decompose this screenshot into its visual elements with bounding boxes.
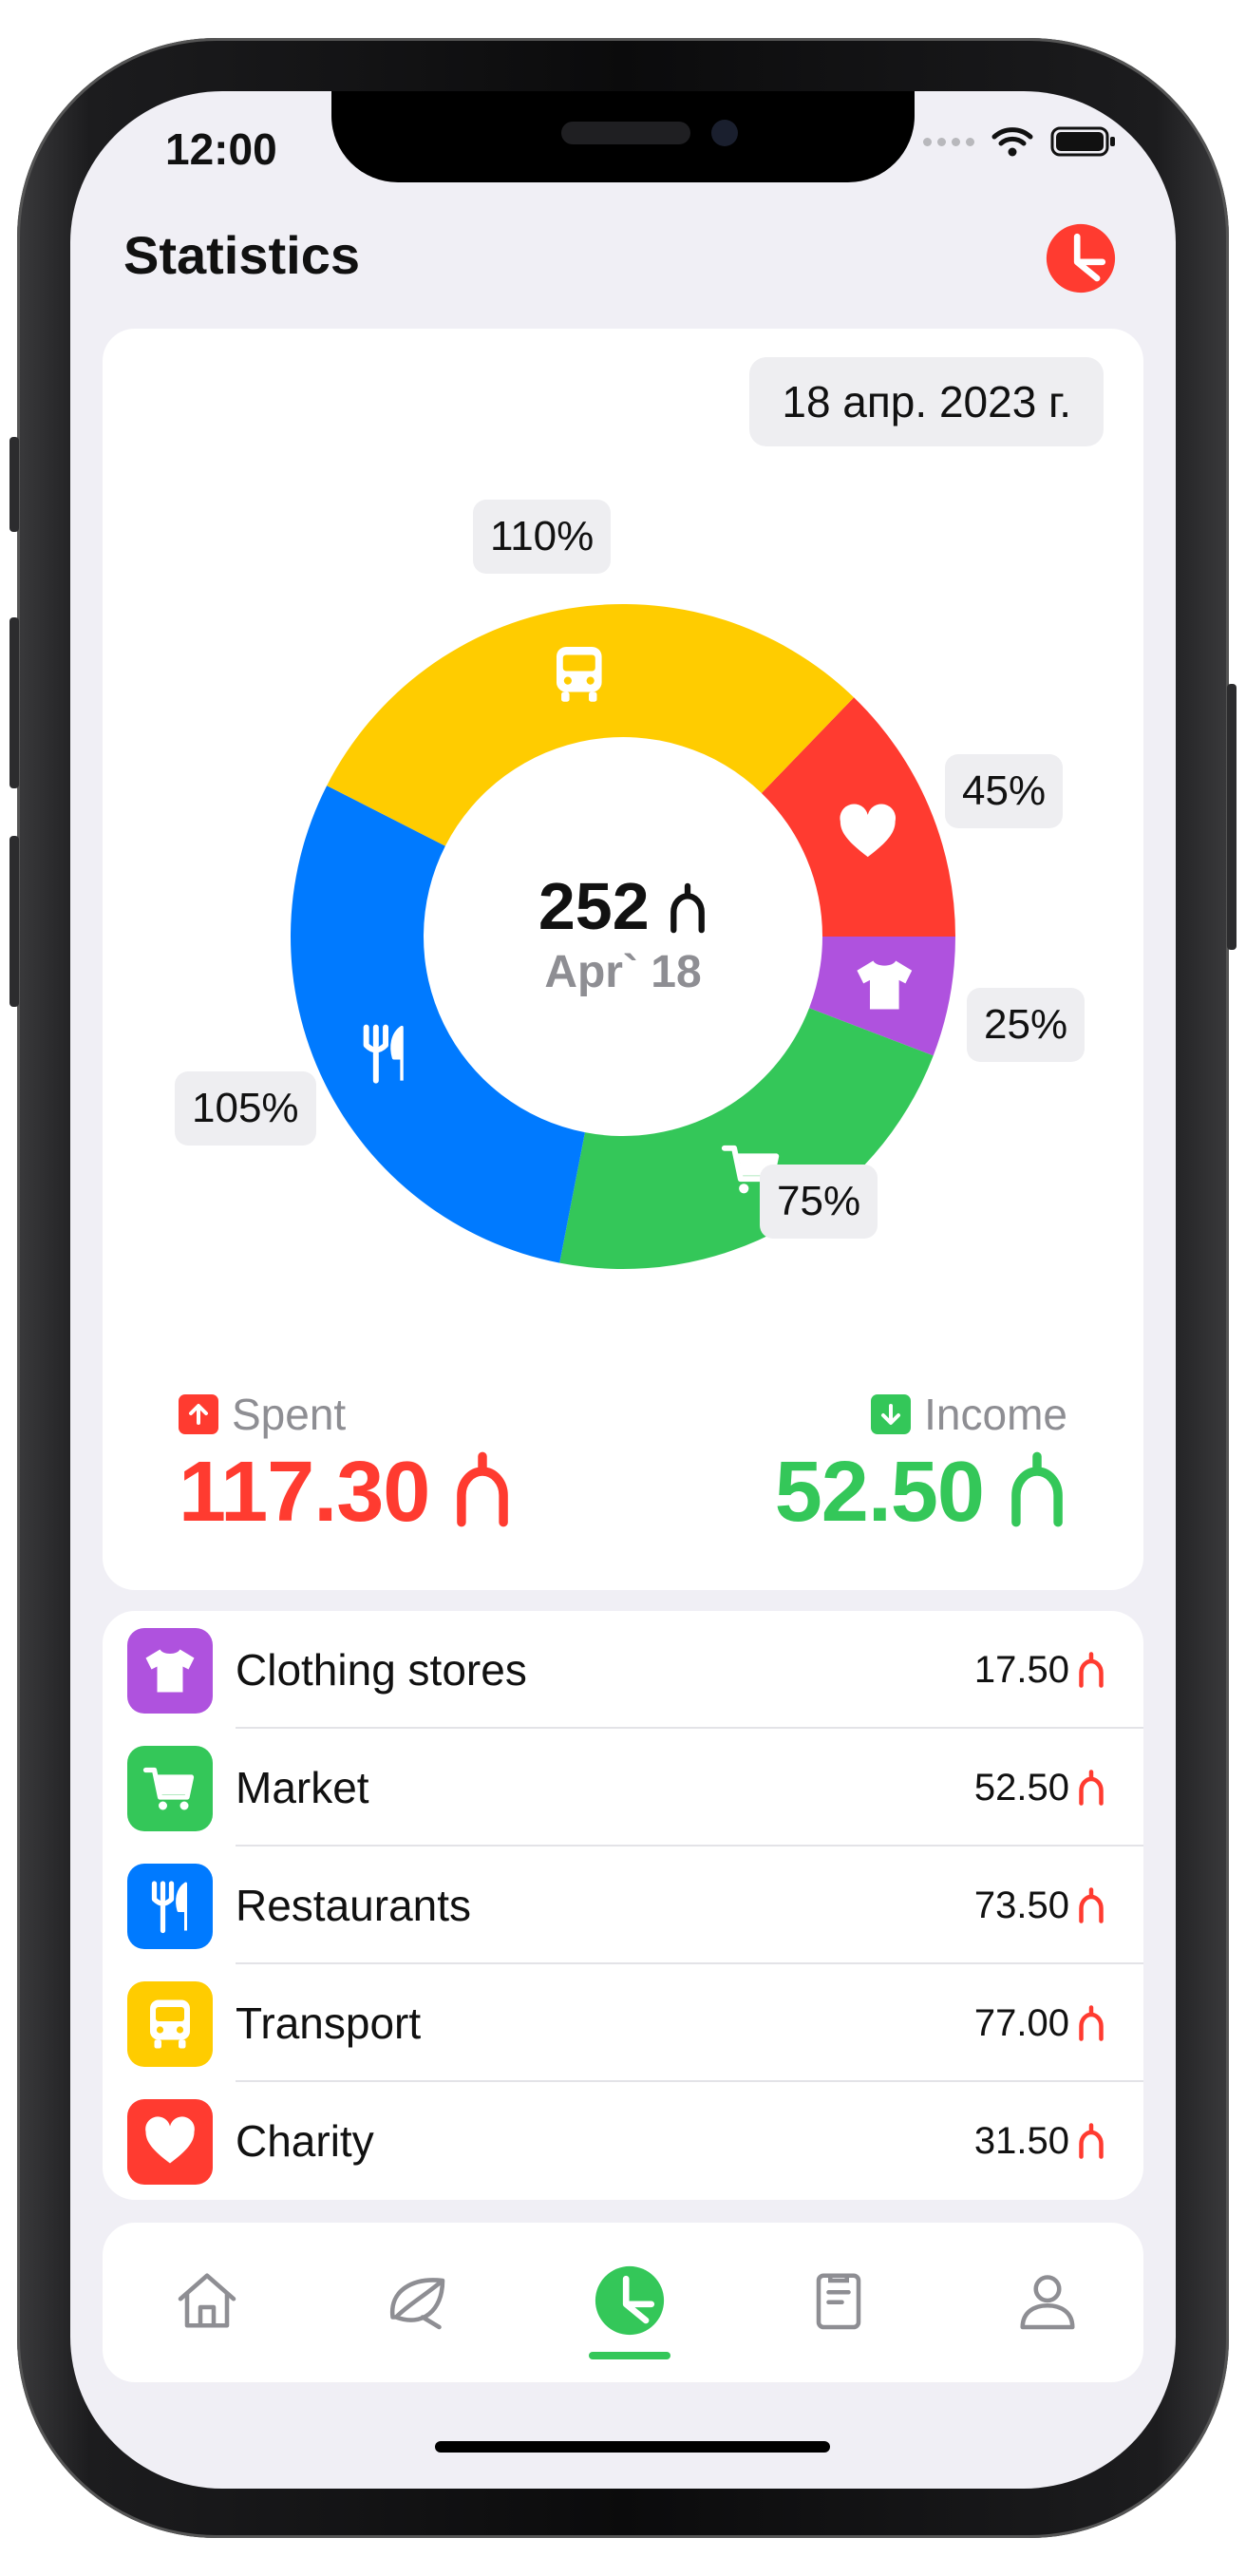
active-tab-indicator	[589, 2352, 670, 2359]
category-row-charity[interactable]: Charity 31.50	[103, 2082, 1143, 2200]
manat-icon	[1007, 1450, 1067, 1528]
slice-percent-label: 110%	[473, 500, 612, 574]
category-amount: 52.50	[973, 1766, 1069, 1809]
home-icon	[178, 2273, 236, 2328]
clipboard-icon	[816, 2273, 861, 2330]
donut-slice-transport[interactable]	[327, 604, 855, 846]
income-value: 52.50	[774, 1445, 985, 1540]
battery-icon	[1050, 126, 1115, 157]
tab-bar	[103, 2223, 1143, 2382]
tab-leaf[interactable]	[378, 2263, 454, 2339]
category-name: Market	[236, 1763, 369, 1812]
slice-percent-label: 25%	[967, 988, 1086, 1062]
income-label: Income	[924, 1390, 1067, 1439]
category-row-restaurants[interactable]: Restaurants 73.50	[103, 1847, 1143, 1964]
total-amount: 252	[538, 869, 650, 943]
category-row-market[interactable]: Market 52.50	[103, 1729, 1143, 1847]
manat-icon	[1077, 2122, 1105, 2160]
tab-reports[interactable]	[801, 2263, 877, 2339]
earpiece-speaker	[561, 122, 690, 144]
heart-icon	[127, 2099, 213, 2185]
spent-label: Spent	[232, 1390, 347, 1439]
donut-center-date: Apr` 18	[544, 947, 702, 997]
tab-profile[interactable]	[1010, 2263, 1086, 2339]
front-camera	[711, 120, 738, 146]
page-title: Statistics	[123, 225, 360, 285]
chart-menu-button[interactable]	[1045, 222, 1117, 294]
statistics-card: 18 апр. 2023 г. 45% 25% 75% 105% 110% 25…	[103, 329, 1143, 1590]
notch	[331, 91, 915, 182]
slice-percent-label: 105%	[175, 1071, 316, 1146]
category-name: Charity	[236, 2116, 374, 2166]
category-amount: 73.50	[973, 1884, 1069, 1926]
status-icons	[923, 125, 1117, 158]
donut-slice-market[interactable]	[559, 1008, 934, 1269]
wifi-icon	[991, 127, 1033, 157]
manat-icon	[452, 1450, 513, 1528]
slice-percent-label: 45%	[945, 754, 1064, 828]
manat-icon	[1077, 2004, 1105, 2042]
manat-icon	[1077, 1886, 1105, 1924]
slice-percent-label: 75%	[760, 1165, 878, 1239]
manat-icon	[668, 881, 708, 935]
spent-summary: Spent 117.30	[179, 1389, 513, 1542]
arrow-down-icon	[871, 1394, 912, 1434]
category-amount: 17.50	[973, 1648, 1069, 1691]
phone-screen: 12:00 Statistics 18 апр. 2023 г. 45% 25%…	[70, 91, 1176, 2489]
cart-icon	[127, 1746, 213, 1831]
category-name: Clothing stores	[236, 1645, 527, 1695]
arrow-up-icon	[179, 1394, 218, 1434]
home-indicator	[435, 2441, 830, 2453]
donut-slice-restaurants[interactable]	[291, 786, 585, 1263]
category-name: Transport	[236, 1998, 422, 2048]
category-list: Clothing stores 17.50 Market 52.50 Resta…	[103, 1611, 1143, 2200]
person-icon	[1020, 2275, 1075, 2330]
category-amount: 77.00	[973, 2001, 1069, 2044]
mute-switch	[9, 437, 19, 532]
manat-icon	[1077, 1651, 1105, 1689]
leaf-icon	[389, 2278, 445, 2330]
tab-statistics[interactable]	[592, 2263, 668, 2339]
pie-chart-icon	[594, 2264, 666, 2337]
income-summary: Income 52.50	[775, 1389, 1067, 1542]
category-row-clothing[interactable]: Clothing stores 17.50	[103, 1611, 1143, 1729]
volume-down-button	[9, 836, 19, 1007]
category-amount: 31.50	[973, 2119, 1069, 2162]
donut-center-total: 252	[471, 868, 775, 944]
category-name: Restaurants	[236, 1881, 472, 1930]
tab-home[interactable]	[169, 2263, 245, 2339]
fork-knife-icon	[127, 1864, 213, 1949]
tshirt-icon	[127, 1628, 213, 1714]
manat-icon	[1077, 1769, 1105, 1807]
spent-value: 117.30	[179, 1445, 430, 1540]
bus-icon	[127, 1981, 213, 2067]
signal-icon	[923, 137, 974, 146]
category-row-transport[interactable]: Transport 77.00	[103, 1964, 1143, 2082]
status-time: 12:00	[165, 124, 277, 174]
volume-up-button	[9, 617, 19, 788]
power-button	[1227, 684, 1237, 950]
